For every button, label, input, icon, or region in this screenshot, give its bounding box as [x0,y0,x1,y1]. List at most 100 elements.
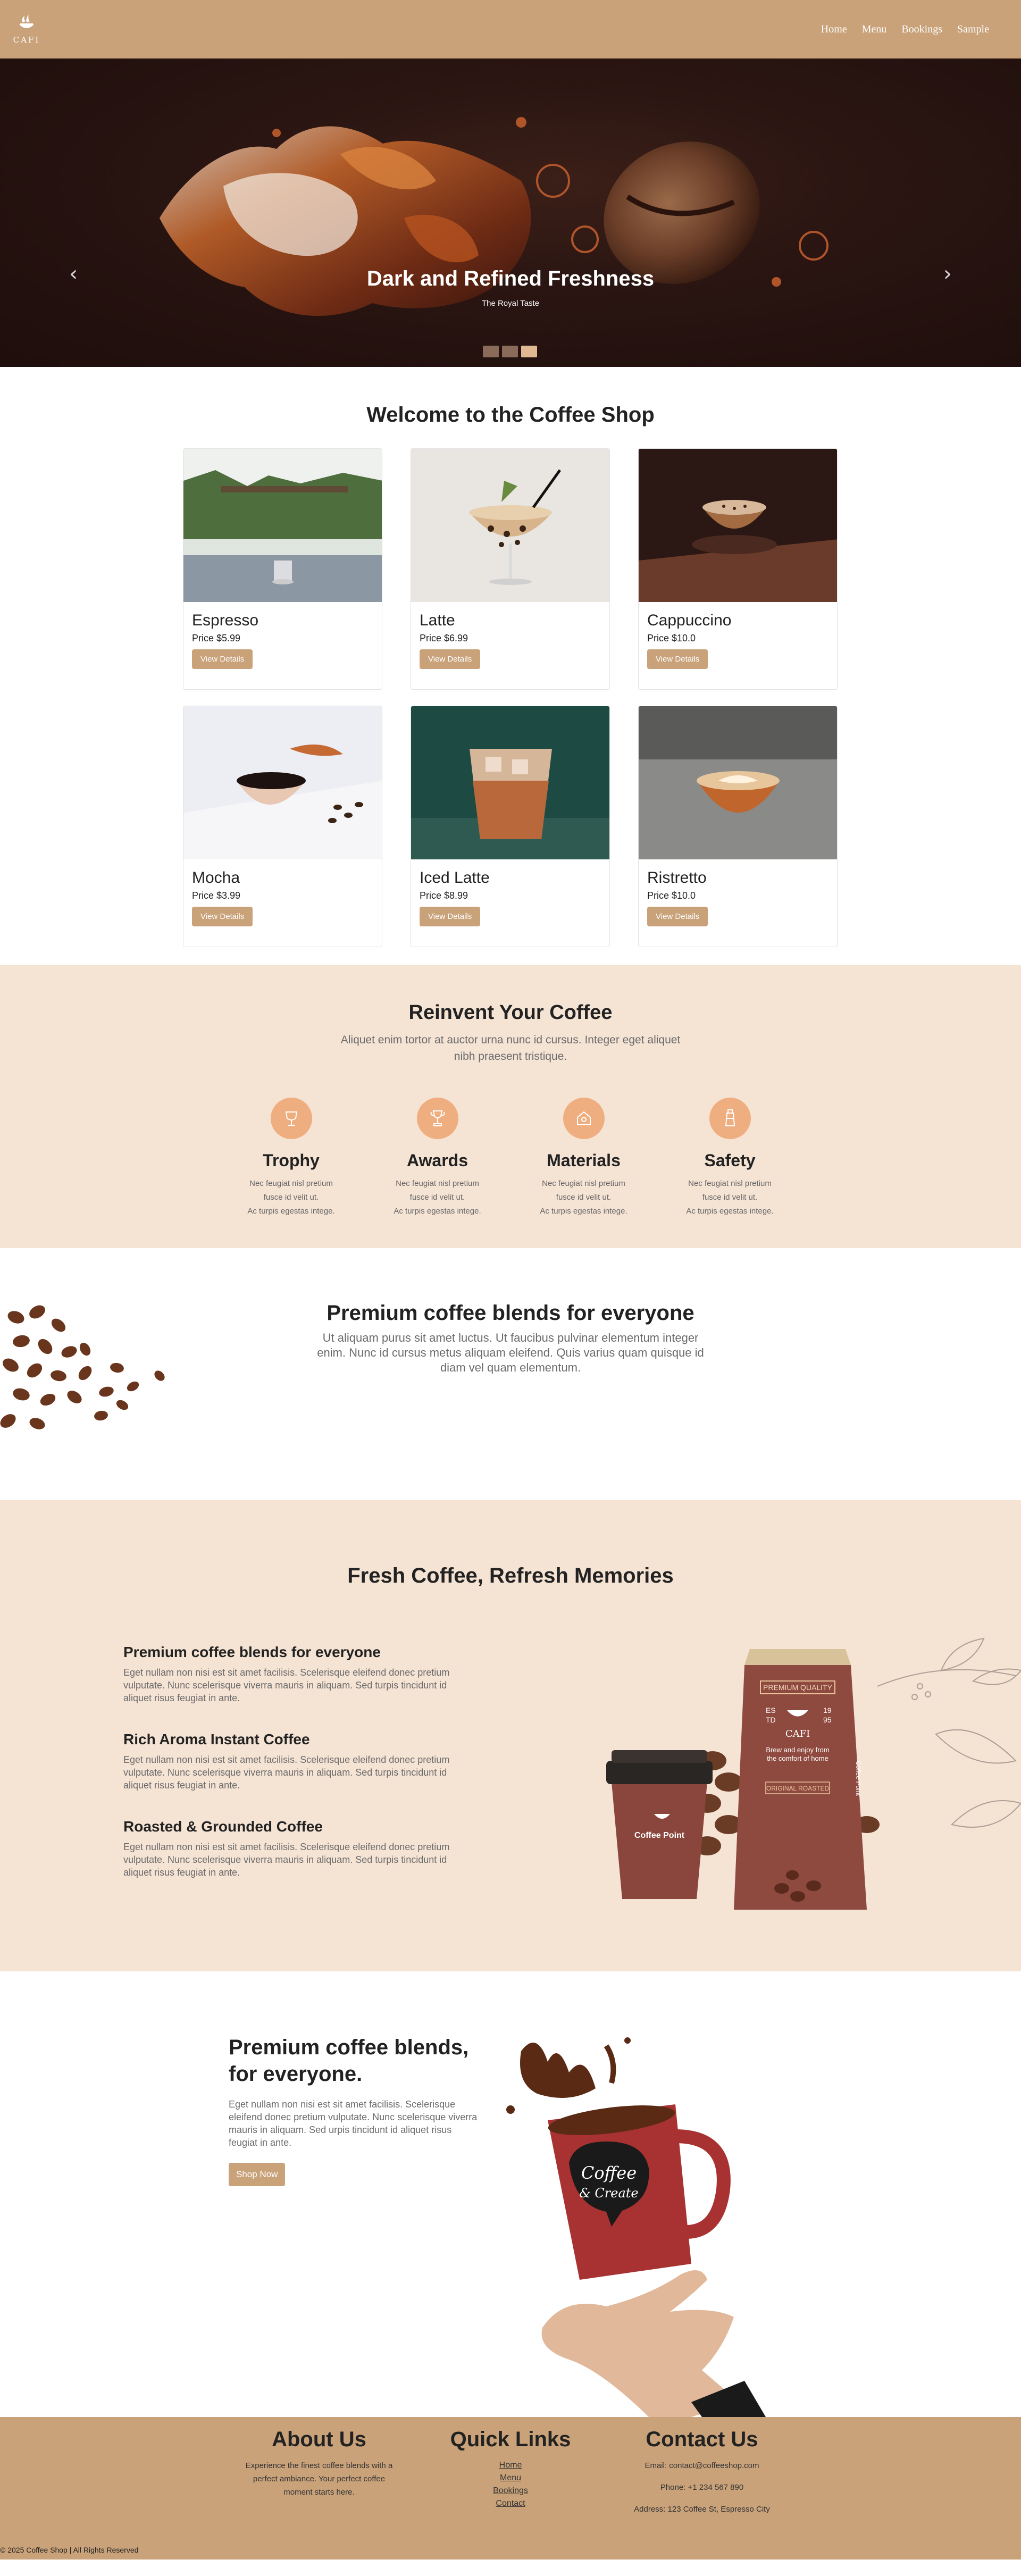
bag-side-label: Coffee Point [855,1761,862,1796]
view-details-button[interactable]: View Details [192,907,253,926]
nav-link-home[interactable]: Home [821,23,847,36]
premium-text: Ut aliquam purus sit amet luctus. Ut fau… [317,1331,704,1374]
product-price: Price $10.0 [647,890,696,901]
reinvent-subtitle: Aliquet enim tortor at auctor urna nunc … [340,1034,681,1063]
reinvent-title: Reinvent Your Coffee [408,1001,613,1024]
footer-about: About Us Experience the finest coffee bl… [239,2428,399,2524]
bag-td: TD [766,1716,776,1724]
product-name: Mocha [192,869,240,886]
product-name: Cappuccino [647,612,732,629]
feature-item: Awards Nec feugiat nisl pretium fusce id … [364,1098,510,1218]
premium-blends-section: Premium coffee blends for everyone Ut al… [0,1248,1021,1500]
view-details-button[interactable]: View Details [420,907,481,926]
cta-text: Eget nullam non nisi est sit amet facili… [229,2099,478,2148]
fresh-item-text: Eget nullam non nisi est sit amet facili… [123,1667,450,1703]
logo[interactable]: CAFI [13,11,40,48]
footer-link-menu[interactable]: Menu [431,2472,590,2485]
fresh-feature-list: Premium coffee blends for everyone Eget … [123,1644,453,1905]
product-price: Price $10.0 [647,633,696,643]
navbar: CAFI Home Menu Bookings Sample [0,0,1021,58]
features-row: Trophy Nec feugiat nisl pretium fusce id … [218,1098,803,1218]
list-item: Premium coffee blends for everyone Eget … [123,1644,453,1704]
cta-text-block: Premium coffee blends, for everyone. Eget… [229,2034,479,2186]
nav-link-bookings[interactable]: Bookings [901,23,942,36]
carousel-indicators [483,346,537,357]
footer-links-title: Quick Links [450,2428,571,2451]
nav-link-menu[interactable]: Menu [862,23,887,36]
footer-link-home[interactable]: Home [431,2459,590,2472]
mug-line2: & Create [579,2186,638,2201]
mug-and-hand-image: Coffee & Create [506,2037,766,2417]
view-details-button[interactable]: View Details [647,907,708,926]
product-price: Price $8.99 [420,890,468,901]
hero-subtitle: The Royal Taste [481,299,540,308]
view-details-button[interactable]: View Details [647,649,708,669]
latte-image [411,449,609,602]
product-name: Latte [420,612,455,629]
bag-roast: ORIGINAL ROASTED [766,1785,830,1792]
product-card: Espresso Price $5.99 View Details [183,448,382,690]
shop-now-button[interactable]: Shop Now [229,2163,286,2186]
footer-email: Email: contact@coffeeshop.com [645,2461,759,2470]
product-card: Ristretto Price $10.0 View Details [638,706,838,947]
feature-title: Trophy [263,1151,320,1170]
footer: About Us Experience the finest coffee bl… [0,2417,1021,2560]
fresh-item-title: Premium coffee blends for everyone [123,1644,381,1660]
product-name: Iced Latte [420,869,490,886]
logo-text: CAFI [13,35,40,45]
espresso-image [183,449,382,602]
bag-brand: CAFI [785,1728,810,1739]
product-card: Cappuccino Price $10.0 View Details [638,448,838,690]
view-details-button[interactable]: View Details [192,649,253,669]
carousel-prev-arrow-icon[interactable]: ‹ [69,262,78,286]
hero-carousel: Dark and Refined Freshness The Royal Tas… [0,58,1021,367]
coffee-cup-logo-icon [19,15,34,28]
footer-link-bookings[interactable]: Bookings [431,2485,590,2497]
feature-text: Nec feugiat nisl pretium fusce id velit u… [686,1179,774,1216]
award-icon [416,1098,458,1139]
product-price: Price $5.99 [192,633,241,643]
ristretto-image [639,706,837,859]
footer-phone: Phone: +1 234 567 890 [660,2483,744,2492]
coffee-bag-and-cup-image: PREMIUM QUALITY CAFI ES TD 19 95 Brew an… [606,1637,1021,1910]
product-grid: Espresso Price $5.99 View Details Latte … [183,448,838,947]
materials-icon [563,1098,605,1139]
product-card: Iced Latte Price $8.99 View Details [411,706,610,947]
trophy-icon [270,1098,312,1139]
footer-about-text: Experience the finest coffee blends with… [245,2461,393,2497]
product-price: Price $6.99 [420,633,468,643]
cappuccino-image [639,449,837,602]
coffee-beans-image [0,1305,165,1429]
feature-title: Safety [704,1151,756,1170]
mug-line1: Coffee [581,2163,637,2183]
carousel-next-arrow-icon[interactable]: › [943,262,952,286]
view-details-button[interactable]: View Details [420,649,481,669]
footer-contact-title: Contact Us [646,2428,758,2451]
bag-95: 95 [823,1716,832,1724]
carousel-dot-3[interactable] [521,346,537,357]
feature-text: Nec feugiat nisl pretium fusce id velit u… [394,1179,481,1216]
carousel-dot-2[interactable] [502,346,518,357]
footer-address: Address: 123 Coffee St, Espresso City [634,2505,770,2514]
feature-text: Nec feugiat nisl pretium fusce id velit u… [247,1179,335,1216]
list-item: Roasted & Grounded Coffee Eget nullam no… [123,1818,453,1879]
fresh-title: Fresh Coffee, Refresh Memories [347,1564,674,1587]
product-name: Espresso [192,612,259,629]
iced-latte-image [411,706,609,859]
nav-link-sample[interactable]: Sample [957,23,989,36]
bag-premium-label: PREMIUM QUALITY [763,1683,833,1692]
footer-quick-links: Quick Links Home Menu Bookings Contact [431,2428,590,2524]
carousel-dot-1[interactable] [483,346,499,357]
feature-title: Awards [406,1151,468,1170]
reinvent-section: Reinvent Your Coffee Aliquet enim tortor… [0,965,1021,1248]
nav-links: Home Menu Bookings Sample [821,23,989,36]
cup-label: Coffee Point [634,1831,685,1840]
cta-title: Premium coffee blends, for everyone. [229,2036,469,2086]
footer-contact: Contact Us Email: contact@coffeeshop.com… [622,2428,782,2524]
bag-tagline: Brew and enjoy from the comfort of home [766,1746,830,1762]
mocha-image [183,706,382,859]
bag-19: 19 [823,1706,832,1714]
footer-link-contact[interactable]: Contact [431,2497,590,2510]
feature-item: Trophy Nec feugiat nisl pretium fusce id … [218,1098,364,1218]
welcome-title: Welcome to the Coffee Shop [366,403,655,426]
